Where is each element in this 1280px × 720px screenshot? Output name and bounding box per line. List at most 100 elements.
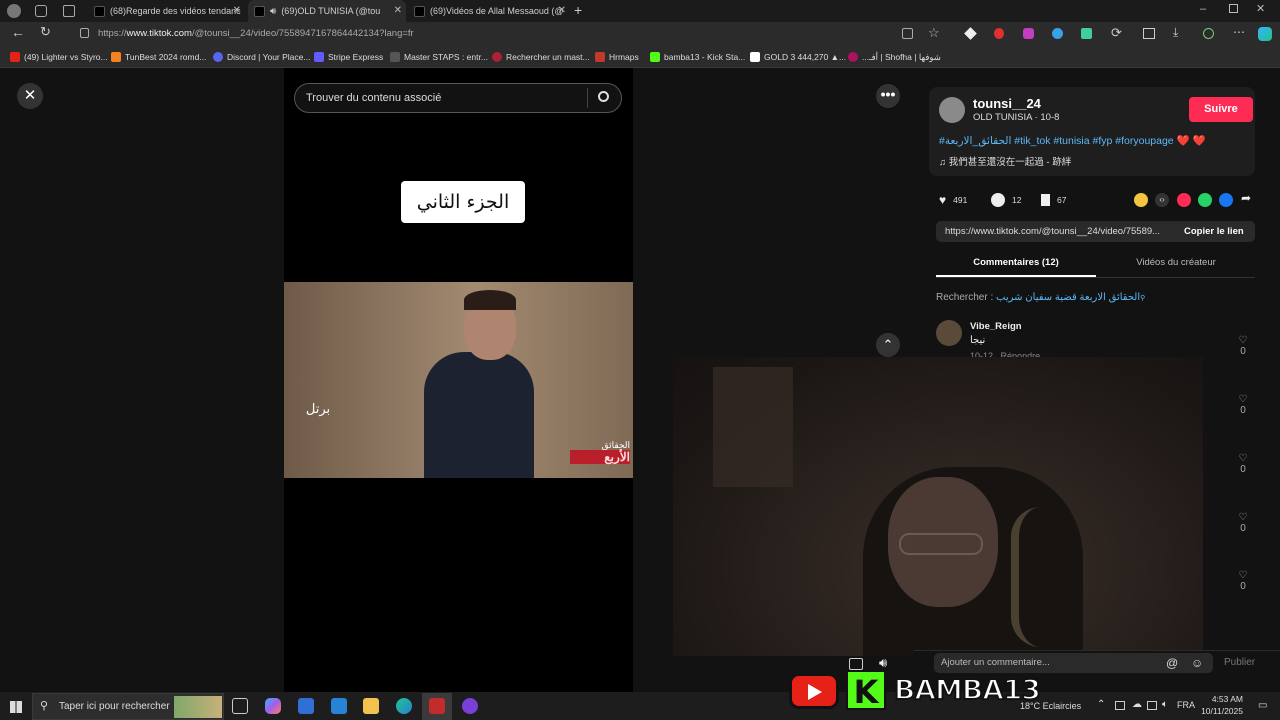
close-icon[interactable]: ✕ [233,5,241,16]
display-icon[interactable] [1147,701,1157,710]
bookmark-item[interactable]: Hrmaps [595,46,639,68]
tab-creator-videos[interactable]: Vidéos du créateur [1096,257,1256,268]
avatar[interactable] [939,97,965,123]
vpn-icon[interactable] [1203,28,1214,39]
outlook-icon[interactable] [331,698,347,714]
profile-avatar-icon[interactable] [7,4,21,18]
extension-red-icon[interactable] [994,28,1004,39]
bookmark-item[interactable]: (49) Lighter vs Styro... [10,46,108,68]
volume-icon[interactable]: 🔊︎ [879,655,887,671]
caption-bottom: الأربع [570,450,630,464]
embed-icon[interactable]: ‹› [1155,193,1169,207]
bookmark-item[interactable]: GOLD 3 444,270 ▲... [750,46,846,68]
bookmark-item[interactable]: TunBest 2024 romd... [111,46,206,68]
url-domain: www.tiktok.com [126,28,192,39]
bookmark-item[interactable]: ...أفـ | Shofha | شوفها [848,46,941,68]
bookmark-item[interactable]: bamba13 - Kick Sta... [650,46,745,68]
more-options-icon[interactable]: ••• [876,84,900,108]
coin-icon[interactable] [1134,193,1148,207]
hrmaps-icon [595,52,605,62]
avatar[interactable] [936,320,962,346]
windows-start-icon[interactable] [10,701,22,713]
network-icon[interactable]: ☁ [1132,699,1142,710]
language-indicator[interactable]: FRA [1177,700,1195,710]
comment-placeholder: Ajouter un commentaire... [941,657,1050,668]
workspaces-icon[interactable] [35,5,47,17]
store-icon[interactable] [298,698,314,714]
share-icon[interactable]: ➦ [1241,191,1251,205]
downloads-icon[interactable]: ⤓ [1173,25,1178,40]
comment-like[interactable]: ♡ 0 [1234,512,1252,534]
send-icon[interactable] [1177,193,1191,207]
bookmark-item[interactable]: Rechercher un mast... [492,46,590,68]
taskbar-search-placeholder: Taper ici pour rechercher [59,701,170,712]
bookmark-item[interactable]: Master STAPS : entr... [390,46,488,68]
split-screen-icon[interactable] [1143,28,1155,39]
kick-icon [650,52,660,62]
clock[interactable]: 4:53 AM 10/11/2025 [1199,694,1243,716]
edge-icon[interactable] [396,698,412,714]
comment-like[interactable]: ♡ 0 [1234,570,1252,592]
tab-comments[interactable]: Commentaires (12) [936,257,1096,268]
notifications-icon[interactable]: ▭ [1258,700,1267,711]
whatsapp-icon[interactable] [1198,193,1212,207]
search-icon[interactable] [598,91,609,102]
close-window-icon[interactable]: ✕ [1256,2,1265,15]
copilot-taskbar-icon[interactable] [265,698,281,714]
app-available-icon[interactable] [902,28,913,39]
mention-icon[interactable]: @ [1166,656,1178,670]
more-icon[interactable]: ⋯ [1233,25,1245,39]
app-icon[interactable] [429,698,445,714]
back-icon[interactable]: ← [11,24,25,40]
comment-like[interactable]: ♡ 0 [1234,335,1252,357]
extension-green-icon[interactable] [1081,28,1092,39]
save-stat[interactable]: 67 [1041,193,1066,207]
refresh-icon[interactable]: ↻ [40,24,51,40]
tab-actions-icon[interactable] [63,5,75,17]
maximize-icon[interactable] [1229,4,1238,13]
minimize-icon[interactable]: – [1200,3,1206,15]
extension-blue-icon[interactable] [1052,28,1063,39]
tab-trending[interactable]: (68)Regarde des vidéos tendanc ✕ [88,0,245,22]
related-search-input[interactable]: Trouver du contenu associé [294,83,622,113]
tray-app-icon[interactable] [1115,701,1125,710]
new-tab-icon[interactable]: + [574,2,582,18]
follow-button[interactable]: Suivre [1189,97,1253,122]
tiktok-icon [414,5,425,17]
like-stat[interactable]: ♥ 491 [939,193,967,207]
picture-in-picture-icon[interactable] [849,658,863,670]
copy-link-button[interactable]: Copier le lien [1184,226,1244,237]
file-explorer-icon[interactable] [363,698,379,714]
bookmark-item[interactable]: Stripe Express [314,46,383,68]
discord-taskbar-icon[interactable] [462,698,478,714]
hashtags[interactable]: #الحقائق_الاربعة #tik_tok #tunisia #fyp … [939,134,1206,147]
volume-icon[interactable]: 🔈︎ [1162,699,1168,710]
close-icon[interactable]: ✕ [558,5,566,16]
publish-button[interactable]: Publier [1224,657,1255,668]
music-row[interactable]: ♫ 我們甚至還沒在一起過 - 跡絆 [939,154,1071,168]
tab-old-tunisia[interactable]: 🔊︎ (69)OLD TUNISIA (@tounsi_ ✕ [248,0,406,22]
close-player-icon[interactable]: ✕ [17,83,43,109]
extension-purple-icon[interactable] [1023,28,1034,39]
username[interactable]: tounsi__24 [973,96,1041,111]
extensions-icon[interactable]: ⟳ [1111,25,1122,41]
tab-label: (69)Vidéos de Allal Messaoud (@ [430,6,564,16]
comment-username[interactable]: Vibe_Reign [970,321,1022,332]
search-suggestion[interactable]: Rechercher : الحقائق الاربعة قضية سفيان … [936,292,1145,303]
chevron-up-icon[interactable]: ⌃ [876,333,900,357]
comment-like[interactable]: ♡ 0 [1234,453,1252,475]
emoji-icon[interactable]: ☺ [1191,656,1203,670]
facebook-icon[interactable] [1219,193,1233,207]
weather[interactable]: 18°C Eclaircies [1020,701,1081,711]
copilot-icon[interactable] [1258,27,1272,41]
bookmark-item[interactable]: Discord | Your Place... [213,46,310,68]
comment-like[interactable]: ♡ 0 [1234,394,1252,416]
url-bar[interactable]: https://www.tiktok.com/@tounsi__24/video… [70,25,905,43]
task-view-icon[interactable] [232,698,248,714]
chevron-up-icon[interactable]: ⌃ [1097,699,1105,710]
favorite-star-icon[interactable]: ☆ [928,25,940,41]
speaker-icon[interactable]: 🔊︎ [270,6,276,17]
comment-stat[interactable]: 12 [991,193,1021,207]
close-icon[interactable]: ✕ [394,5,402,16]
tab-allal[interactable]: (69)Vidéos de Allal Messaoud (@ ✕ [408,0,570,22]
